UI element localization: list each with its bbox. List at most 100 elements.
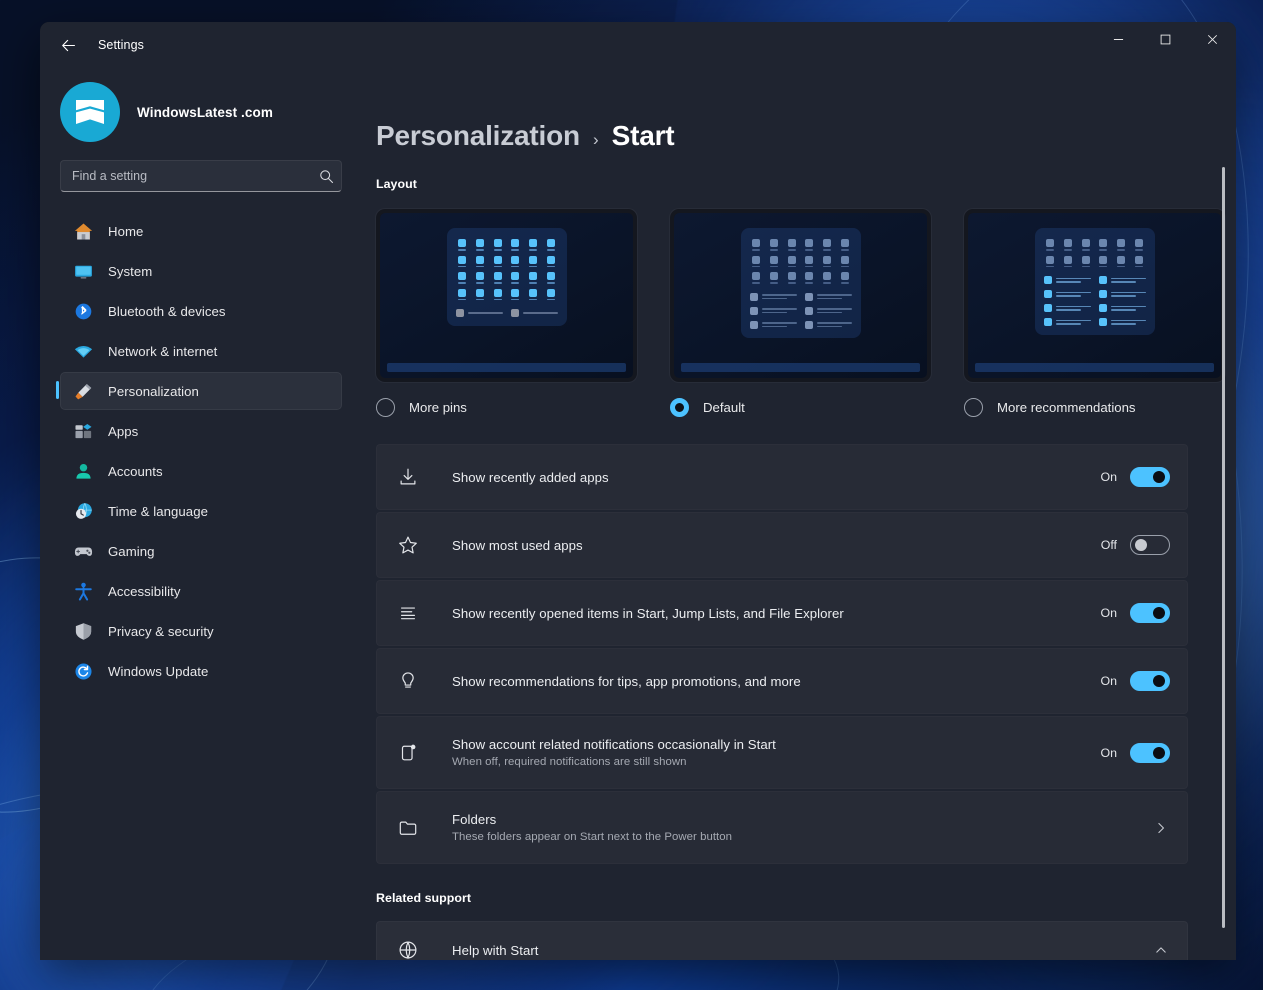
toggle-switch[interactable] [1130,743,1170,763]
title-bar: Settings [40,22,1236,68]
toggle-switch[interactable] [1130,603,1170,623]
row-text: Show account related notifications occas… [452,737,1083,768]
close-button[interactable] [1189,22,1236,56]
sidebar-item-label: Accounts [108,464,163,479]
search-button[interactable] [311,161,341,191]
sidebar-item-home[interactable]: Home [60,212,342,250]
sidebar-item-label: Windows Update [108,664,208,679]
layout-preview-more-pins[interactable] [376,209,637,382]
radio-more-recommendations[interactable]: More recommendations [964,398,1225,417]
banner-logo-icon [73,97,107,127]
scrollbar-track[interactable] [1218,167,1230,960]
back-button[interactable] [50,29,86,61]
row-control: Off [1097,535,1170,555]
radio-more-pins[interactable]: More pins [376,398,637,417]
toggle-switch[interactable] [1130,671,1170,691]
sidebar-item-label: Gaming [108,544,154,559]
home-icon [72,220,94,242]
scrollbar-thumb[interactable] [1222,167,1225,928]
settings-window: Settings [40,22,1236,960]
window-controls [1095,22,1236,68]
setting-row-account-notifications: Show account related notifications occas… [376,716,1188,789]
sidebar-item-label: System [108,264,152,279]
layout-preview-more-recommendations[interactable] [964,209,1225,382]
recommendation-grid [750,293,852,329]
sidebar-item-privacy-security[interactable]: Privacy & security [60,612,342,650]
taskbar-mock [387,363,626,372]
row-title: Show recently opened items in Start, Jum… [452,606,1083,621]
toggle-switch[interactable] [1130,535,1170,555]
setting-row-most-used-apps: Show most used apps Off [376,512,1188,578]
chevron-up-icon[interactable] [1154,943,1168,957]
search-input[interactable] [61,169,311,183]
pin-grid [456,239,558,300]
row-control [1154,821,1170,835]
page-title: Start [612,120,675,152]
sidebar-item-label: Apps [108,424,138,439]
sidebar-item-label: Time & language [108,504,208,519]
sidebar-item-network[interactable]: Network & internet [60,332,342,370]
row-text: Show recommendations for tips, app promo… [452,674,1083,689]
maximize-button[interactable] [1142,22,1189,56]
sidebar-item-system[interactable]: System [60,252,342,290]
help-with-start-row[interactable]: Help with Start [376,921,1188,960]
row-control: On [1097,467,1170,487]
minimize-button[interactable] [1095,22,1142,56]
row-title: Show recommendations for tips, app promo… [452,674,1083,689]
row-text: Show recently added apps [452,470,1083,485]
layout-preview-default[interactable] [670,209,931,382]
back-arrow-icon [60,37,77,54]
row-control: On [1097,603,1170,623]
desktop-background: Settings [0,0,1263,990]
sidebar-item-apps[interactable]: Apps [60,412,342,450]
toggle-state-label: On [1097,746,1117,760]
row-control: On [1097,743,1170,763]
recommendation-grid [1044,276,1146,326]
row-text: Folders These folders appear on Start ne… [452,812,1140,843]
preview-screen [968,213,1221,378]
start-menu-mock [447,228,567,326]
recent-items-icon [395,600,421,626]
layout-option-more-pins[interactable]: More pins [376,209,637,417]
row-title: Folders [452,812,1140,827]
start-menu-mock [741,228,861,338]
account-block[interactable]: WindowsLatest .com [60,68,344,158]
toggle-switch[interactable] [1130,467,1170,487]
main-scroll-area: Personalization › Start Layout [360,68,1236,960]
radio-button[interactable] [376,398,395,417]
start-menu-mock [1035,228,1155,335]
sidebar-item-windows-update[interactable]: Windows Update [60,652,342,690]
row-title: Show recently added apps [452,470,1083,485]
sidebar-item-bluetooth[interactable]: Bluetooth & devices [60,292,342,330]
radio-button[interactable] [964,398,983,417]
layout-option-default[interactable]: Default [670,209,931,417]
sidebar-item-personalization[interactable]: Personalization [60,372,342,410]
layout-option-more-recommendations[interactable]: More recommendations [964,209,1225,417]
account-person-icon [72,460,94,482]
row-title: Help with Start [452,943,1140,958]
sidebar-item-accessibility[interactable]: Accessibility [60,572,342,610]
related-support-heading: Related support [376,891,1188,905]
update-refresh-icon [72,660,94,682]
radio-label: More pins [409,400,467,415]
row-text: Show most used apps [452,538,1083,553]
sidebar-item-time-language[interactable]: Time & language [60,492,342,530]
minimize-icon [1113,34,1124,45]
toggle-state-label: On [1097,470,1117,484]
setting-row-folders[interactable]: Folders These folders appear on Start ne… [376,791,1188,864]
pin-grid [750,239,852,284]
sidebar-item-accounts[interactable]: Accounts [60,452,342,490]
radio-button[interactable] [670,398,689,417]
radio-default[interactable]: Default [670,398,931,417]
row-control [1154,943,1170,957]
breadcrumb-parent[interactable]: Personalization [376,120,580,152]
main-pane: Personalization › Start Layout [360,68,1236,960]
clock-globe-icon [72,500,94,522]
search-icon [319,169,334,184]
sidebar-item-gaming[interactable]: Gaming [60,532,342,570]
search-box[interactable] [60,160,342,192]
system-monitor-icon [72,260,94,282]
chevron-right-icon [1154,821,1168,835]
paintbrush-icon [72,380,94,402]
breadcrumb: Personalization › Start [376,68,1188,152]
